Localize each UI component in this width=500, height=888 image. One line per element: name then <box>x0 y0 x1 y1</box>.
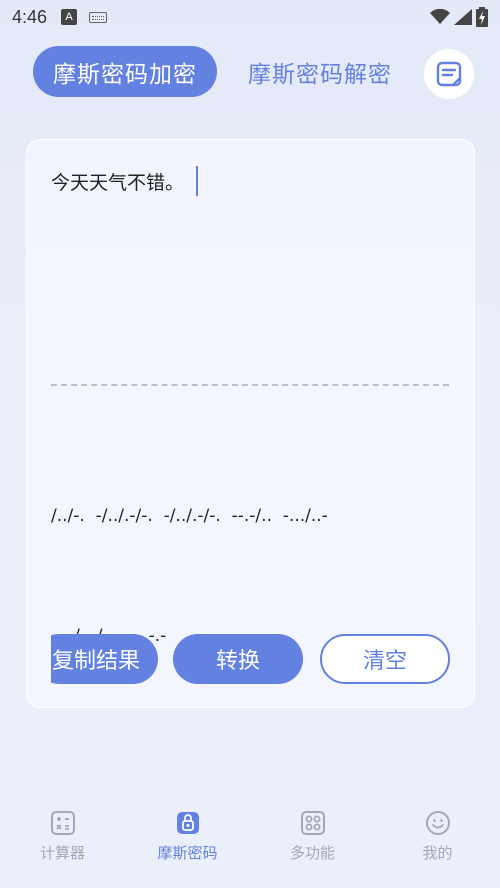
nav-item-morse[interactable]: 摩斯密码 <box>125 810 250 874</box>
nav-label: 多功能 <box>289 844 335 862</box>
status-time: 4:46 <box>12 6 48 27</box>
dashed-divider <box>51 384 449 386</box>
battery-icon <box>476 7 488 27</box>
text-caret <box>196 166 199 196</box>
nav-item-multifunction[interactable]: 多功能 <box>250 810 375 874</box>
wifi-icon <box>430 9 450 24</box>
text-input[interactable]: 今天天气不错。 <box>51 166 199 196</box>
nav-label: 计算器 <box>39 844 85 862</box>
bottom-nav: 计算器 摩斯密码 多功能 我的 <box>0 800 500 888</box>
nav-item-calculator[interactable]: 计算器 <box>0 810 125 874</box>
smiley-icon <box>425 811 450 835</box>
editor-card: 今天天气不错。 /../-. -/../.-/-. -/../.-/-. --.… <box>26 139 475 708</box>
clear-button[interactable]: 清空 <box>320 634 450 684</box>
keyboard-icon <box>89 11 108 23</box>
input-text-value: 今天天气不错。 <box>51 171 185 194</box>
nav-item-mine[interactable]: 我的 <box>375 810 500 874</box>
tab-encrypt[interactable]: 摩斯密码加密 <box>33 46 217 97</box>
status-bar: 4:46 A <box>0 0 500 34</box>
tab-decrypt[interactable]: 摩斯密码解密 <box>248 46 392 97</box>
convert-button[interactable]: 转换 <box>173 634 303 684</box>
lock-icon <box>176 812 199 834</box>
signal-icon <box>454 9 472 25</box>
morse-output: /../-. -/../.-/-. -/../.-/-. --.-/.. -..… <box>51 416 451 736</box>
notes-icon <box>436 61 462 87</box>
notes-button[interactable] <box>424 49 474 99</box>
copy-button-clip: 复制结果 <box>51 634 158 684</box>
nav-label: 我的 <box>422 844 453 862</box>
calculator-icon <box>50 811 75 835</box>
a-badge-icon: A <box>61 9 78 25</box>
copy-result-button[interactable]: 复制结果 <box>51 634 158 684</box>
grid-icon <box>300 811 325 835</box>
nav-label: 摩斯密码 <box>157 844 218 862</box>
morse-output-line: /../-. -/../.-/-. -/../.-/-. --.-/.. -..… <box>51 506 328 526</box>
action-buttons: 复制结果 转换 清空 <box>27 634 476 684</box>
mode-tabs: 摩斯密码加密 摩斯密码解密 <box>0 46 500 99</box>
